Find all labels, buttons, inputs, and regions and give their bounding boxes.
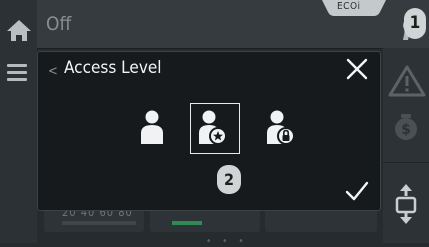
menu-icon[interactable] bbox=[7, 62, 29, 82]
background-bar bbox=[62, 221, 136, 225]
up-down-arrows-icon[interactable] bbox=[392, 182, 420, 226]
back-arrow-icon[interactable]: < bbox=[48, 64, 58, 79]
user-level-icon[interactable] bbox=[137, 108, 167, 146]
right-rail-divider bbox=[383, 162, 429, 163]
home-icon[interactable] bbox=[5, 16, 33, 44]
eco-label: ECOi bbox=[337, 1, 361, 12]
page-dots: • • • bbox=[206, 236, 248, 247]
energy-cost-icon[interactable]: $ bbox=[392, 112, 420, 144]
annotation-badge-1: 1 bbox=[404, 8, 426, 39]
annotation-badge-2: 2 bbox=[217, 165, 241, 194]
warning-icon[interactable] bbox=[388, 64, 426, 98]
dialog-title: Access Level bbox=[64, 58, 162, 78]
background-green-indicator bbox=[172, 221, 202, 225]
confirm-check-icon[interactable] bbox=[344, 180, 370, 202]
operation-mode-label: Off bbox=[46, 13, 72, 35]
svg-text:$: $ bbox=[401, 122, 411, 138]
locked-level-icon[interactable] bbox=[265, 108, 295, 146]
close-icon[interactable] bbox=[344, 56, 370, 82]
expert-level-icon[interactable] bbox=[197, 108, 227, 146]
